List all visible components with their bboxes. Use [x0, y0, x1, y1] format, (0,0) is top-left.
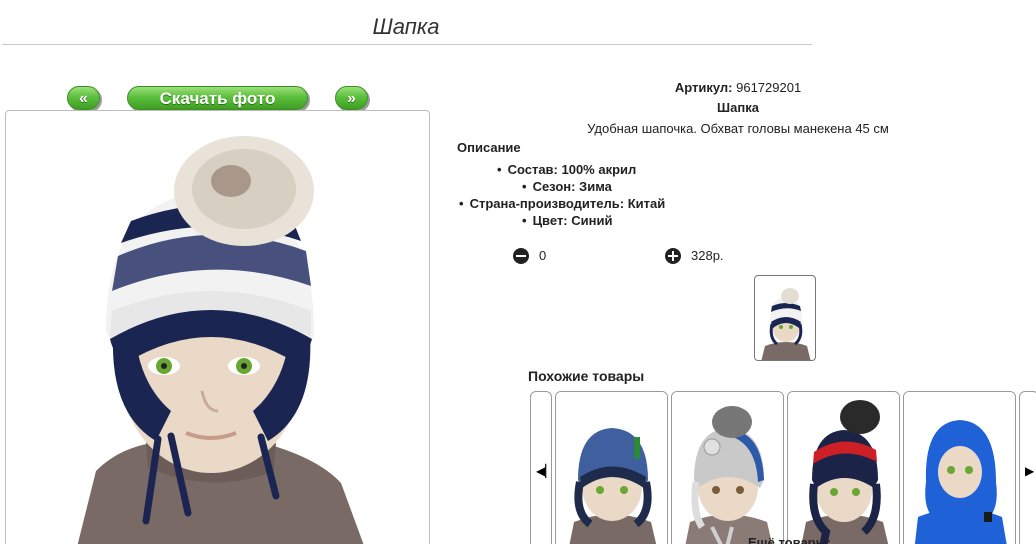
- similar-item-3[interactable]: [787, 391, 900, 544]
- minus-circle-icon[interactable]: [513, 248, 529, 264]
- similar-item-image: [788, 392, 899, 544]
- thumbnail-image: [761, 288, 811, 360]
- article-label: Артикул:: [674, 80, 733, 95]
- similar-item-2[interactable]: [671, 391, 784, 544]
- more-products-label: Ещё товары:: [748, 535, 832, 544]
- article-line: Артикул: 961729201: [440, 80, 1036, 95]
- article-value: 961729201: [736, 80, 802, 95]
- carousel-prev-button[interactable]: ◀▏: [530, 391, 555, 544]
- similar-item-1[interactable]: [555, 391, 668, 544]
- plus-circle-icon[interactable]: [665, 248, 681, 264]
- price-value: 328р.: [691, 248, 724, 263]
- title-divider: [2, 44, 812, 45]
- spec-country: Страна-производитель: Китай: [459, 196, 666, 211]
- mannequin-hat-image: [77, 136, 364, 544]
- carousel-next-button[interactable]: ▶: [1019, 391, 1036, 544]
- description-heading: Описание: [457, 140, 521, 155]
- similar-item-image: [672, 392, 783, 544]
- skip-forward-icon: ▶: [1025, 464, 1035, 478]
- product-short-description: Удобная шапочка. Обхват головы манекена …: [587, 121, 889, 136]
- spec-season: Сезон: Зима: [522, 179, 612, 194]
- product-name: Шапка: [717, 100, 759, 115]
- quantity-value: 0: [539, 248, 547, 263]
- skip-back-icon: ◀▏: [536, 464, 555, 478]
- product-thumbnail[interactable]: [754, 275, 816, 361]
- page-title: Шапка: [372, 14, 440, 39]
- next-photo-button[interactable]: »: [335, 86, 368, 110]
- download-photo-button[interactable]: Скачать фото: [127, 86, 308, 110]
- spec-color: Цвет: Синий: [522, 213, 613, 228]
- spec-composition: Состав: 100% акрил: [497, 162, 637, 177]
- similar-item-image: [556, 392, 667, 544]
- similar-products-title: Похожие товары: [528, 368, 645, 384]
- product-main-photo[interactable]: [5, 110, 430, 544]
- similar-item-image: [904, 392, 1015, 544]
- prev-photo-button[interactable]: «: [67, 86, 100, 110]
- similar-item-4[interactable]: [903, 391, 1016, 544]
